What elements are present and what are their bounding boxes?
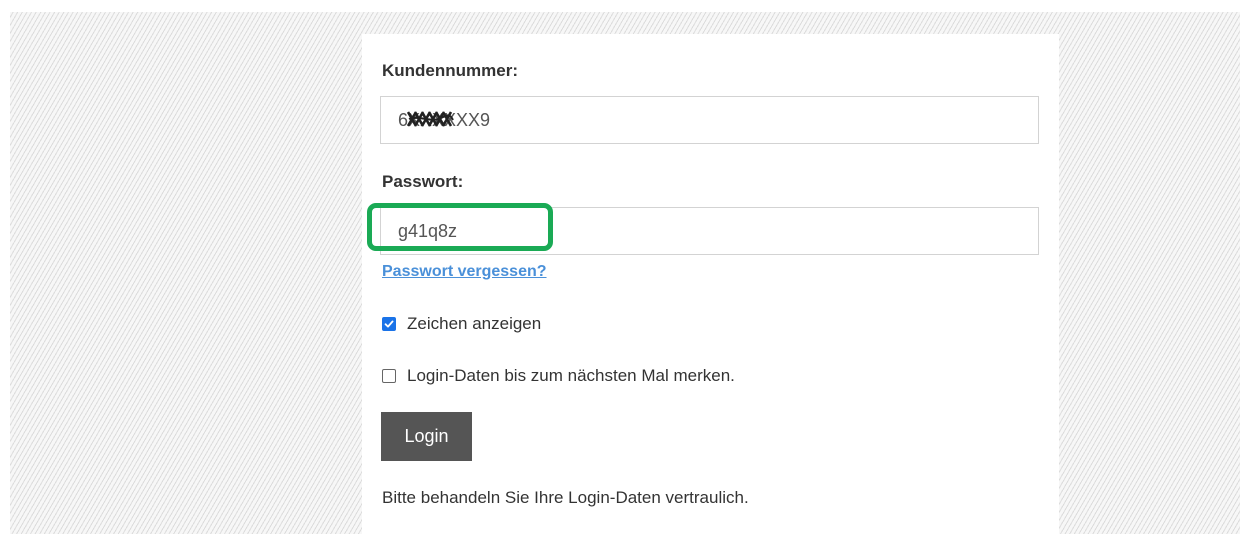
scribble-redaction-icon (407, 111, 454, 127)
remember-login-checkbox[interactable] (382, 369, 396, 383)
show-characters-checkbox[interactable] (382, 317, 396, 331)
checkmark-icon (384, 320, 394, 328)
remember-login-label: Login-Daten bis zum nächsten Mal merken. (407, 366, 735, 385)
remember-login-row[interactable]: Login-Daten bis zum nächsten Mal merken. (382, 366, 735, 386)
confidentiality-note: Bitte behandeln Sie Ihre Login-Daten ver… (382, 488, 749, 507)
forgot-password-link[interactable]: Passwort vergessen? (382, 263, 547, 281)
customer-number-value-wrap: 6XXXXXX9 (398, 97, 490, 143)
password-label: Passwort: (382, 172, 464, 191)
login-button[interactable]: Login (381, 412, 472, 461)
show-characters-row[interactable]: Zeichen anzeigen (382, 314, 541, 334)
password-highlight-box (367, 203, 553, 251)
show-characters-label: Zeichen anzeigen (407, 314, 542, 333)
customer-number-label: Kundennummer: (382, 61, 518, 80)
customer-number-field[interactable]: 6XXXXXX9 (380, 96, 1039, 144)
login-panel: Kundennummer: 6XXXXXX9 Passwort: g41q8z … (362, 34, 1059, 534)
